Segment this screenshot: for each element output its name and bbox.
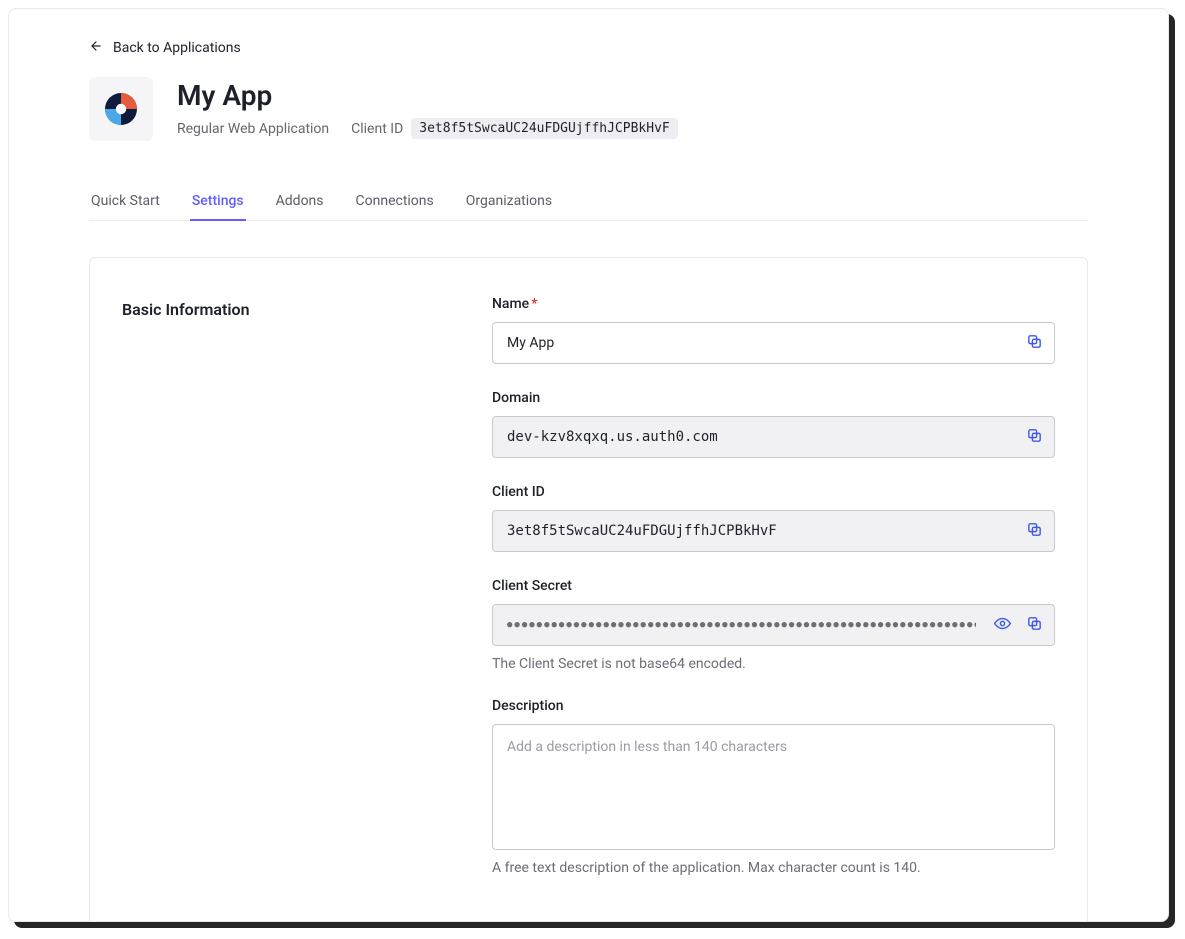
back-link-label: Back to Applications [113, 40, 241, 56]
name-input[interactable] [492, 322, 1055, 364]
copy-icon [1026, 615, 1043, 635]
field-client-id: Client ID [492, 484, 1055, 552]
client-id-label: Client ID [492, 484, 1055, 500]
copy-client-secret-button[interactable] [1021, 612, 1047, 638]
app-logo [89, 77, 153, 141]
client-id-input[interactable] [492, 510, 1055, 552]
basic-information-panel: Basic Information Name* [89, 257, 1088, 922]
client-id-prefix: Client ID [351, 121, 403, 137]
eye-icon [994, 615, 1011, 635]
domain-label: Domain [492, 390, 1055, 406]
client-id-chip[interactable]: 3et8f5tSwcaUC24uFDGUjffhJCPBkHvF [411, 118, 677, 139]
client-secret-label: Client Secret [492, 578, 1055, 594]
app-logo-icon [101, 89, 141, 129]
reveal-client-secret-button[interactable] [989, 612, 1015, 638]
section-title: Basic Information [122, 296, 492, 876]
copy-icon [1026, 521, 1043, 541]
domain-input[interactable] [492, 416, 1055, 458]
client-secret-helper: The Client Secret is not base64 encoded. [492, 656, 1055, 672]
field-name: Name* [492, 296, 1055, 364]
tab-bar: Quick Start Settings Addons Connections … [89, 183, 1088, 221]
client-secret-input[interactable] [492, 604, 1055, 646]
app-type-label: Regular Web Application [177, 121, 329, 137]
tab-quick-start[interactable]: Quick Start [89, 183, 162, 221]
description-textarea[interactable] [492, 724, 1055, 850]
tab-settings[interactable]: Settings [190, 183, 246, 221]
arrow-left-icon [89, 39, 103, 57]
tab-organizations[interactable]: Organizations [464, 183, 554, 221]
description-helper: A free text description of the applicati… [492, 860, 1055, 876]
field-description: Description A free text description of t… [492, 698, 1055, 876]
back-to-applications-link[interactable]: Back to Applications [89, 39, 241, 57]
tab-addons[interactable]: Addons [274, 183, 326, 221]
field-domain: Domain [492, 390, 1055, 458]
description-label: Description [492, 698, 1055, 714]
required-indicator: * [531, 296, 537, 312]
app-header: My App Regular Web Application Client ID… [89, 77, 1088, 141]
field-client-secret: Client Secret [492, 578, 1055, 672]
name-label: Name [492, 296, 529, 312]
app-settings-page: Back to Applications My App Regular Web … [8, 8, 1169, 922]
copy-client-id-button[interactable] [1021, 518, 1047, 544]
copy-icon [1026, 427, 1043, 447]
tab-connections[interactable]: Connections [354, 183, 436, 221]
copy-name-button[interactable] [1021, 330, 1047, 356]
app-title: My App [177, 79, 678, 113]
copy-icon [1026, 333, 1043, 353]
copy-domain-button[interactable] [1021, 424, 1047, 450]
